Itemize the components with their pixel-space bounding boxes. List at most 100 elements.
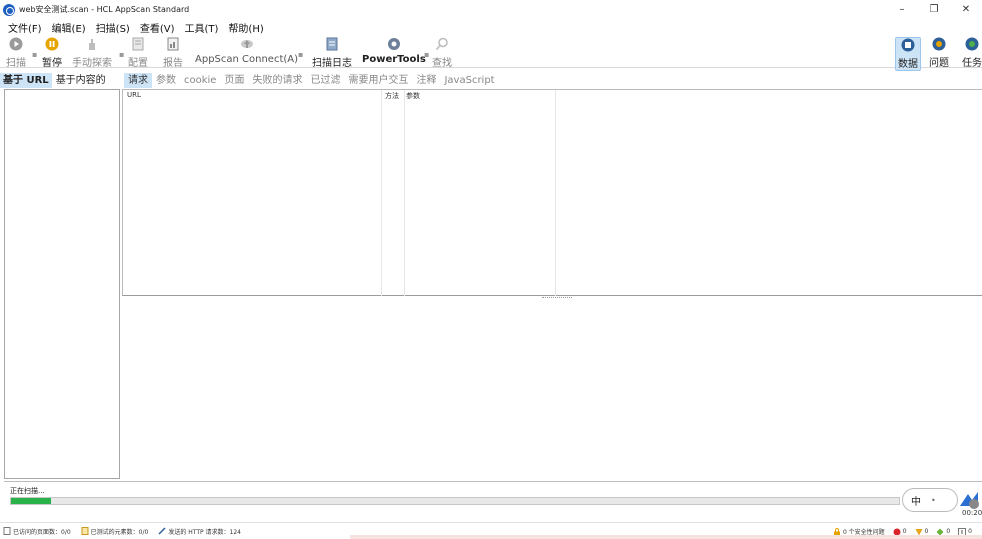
- tab-filtered[interactable]: 已过滤: [306, 73, 344, 88]
- issues-view-button[interactable]: 问题: [929, 37, 949, 69]
- tasks-view-label: 任务: [962, 58, 982, 69]
- title-bar: web安全测试.scan - HCL AppScan Standard – ❐ …: [0, 0, 982, 19]
- request-icon: [158, 527, 166, 535]
- low-severity-value: 0: [946, 528, 951, 535]
- tab-content-based[interactable]: 基于内容的: [53, 73, 109, 88]
- config-label: 配置: [128, 58, 148, 69]
- visited-pages-text: 已访问的页面数：0/0: [13, 528, 71, 536]
- config-icon: [132, 37, 144, 51]
- column-divider: [555, 90, 556, 296]
- ime-toolbar[interactable]: 中 •: [902, 488, 958, 512]
- connect-dropdown-icon[interactable]: ▪: [298, 50, 303, 59]
- ime-punct-icon[interactable]: •: [931, 496, 936, 505]
- play-icon: [9, 37, 23, 51]
- medium-severity-value: 0: [924, 528, 929, 535]
- powertools-button[interactable]: PowerTools: [362, 37, 426, 65]
- page-icon: [3, 527, 11, 535]
- tab-comments[interactable]: 注释: [412, 73, 440, 88]
- info-severity-value: 0: [968, 528, 972, 535]
- manual-explore-button[interactable]: 手动探索: [72, 37, 112, 69]
- scan-log-label: 扫描日志: [312, 58, 352, 69]
- scan-log-button[interactable]: 扫描日志: [312, 37, 352, 69]
- pause-button[interactable]: 暂停: [42, 37, 62, 69]
- manual-explore-label: 手动探索: [72, 58, 112, 69]
- appscan-connect-button[interactable]: AppScan Connect(A): [195, 37, 298, 65]
- issues-view-icon: [932, 37, 946, 51]
- menu-file[interactable]: 文件(F): [8, 20, 42, 35]
- pause-icon: [45, 37, 59, 51]
- ime-mode-label[interactable]: 中: [911, 493, 921, 508]
- data-view-button[interactable]: 数据: [895, 37, 921, 71]
- http-requests-text: 发送的 HTTP 请求数：124: [168, 528, 241, 536]
- tab-url-based[interactable]: 基于 URL: [0, 73, 52, 88]
- scan-button[interactable]: 扫描: [6, 37, 26, 69]
- column-header-params[interactable]: 参数: [406, 91, 420, 101]
- requests-table[interactable]: URL 方法 参数: [122, 89, 982, 296]
- report-label: 报告: [163, 58, 183, 69]
- explore-dropdown-icon[interactable]: ▪: [119, 50, 124, 59]
- application-tree[interactable]: [4, 89, 120, 479]
- scan-progress-bar: [10, 497, 900, 505]
- powertools-label: PowerTools: [362, 54, 426, 65]
- high-severity-value: 0: [902, 528, 907, 535]
- search-icon: [435, 37, 448, 50]
- window-title: web安全测试.scan - HCL AppScan Standard: [19, 5, 190, 14]
- tested-elements-status: 已测试的元素数：0/0: [81, 527, 149, 536]
- tab-cookies[interactable]: cookie: [180, 73, 220, 88]
- pause-label: 暂停: [42, 58, 62, 69]
- http-requests-status: 发送的 HTTP 请求数：124: [158, 527, 241, 536]
- report-button[interactable]: 报告: [163, 37, 183, 69]
- appscan-window: web安全测试.scan - HCL AppScan Standard – ❐ …: [0, 0, 982, 539]
- menu-tools[interactable]: 工具(T): [185, 20, 219, 35]
- tested-elements-text: 已测试的元素数：0/0: [90, 528, 149, 536]
- tasks-view-button[interactable]: 任务: [962, 37, 982, 69]
- menu-help[interactable]: 帮助(H): [228, 20, 263, 35]
- cloud-upload-icon: [240, 40, 253, 48]
- report-icon: [167, 37, 179, 51]
- tab-parameters[interactable]: 参数: [152, 73, 180, 88]
- tab-pages[interactable]: 页面: [220, 73, 248, 88]
- column-divider: [404, 90, 405, 296]
- scan-progress-panel: 正在扫描... 中 • 00:20: [4, 481, 982, 519]
- splitter-handle[interactable]: [542, 297, 572, 299]
- column-divider: [381, 90, 382, 296]
- minimize-button[interactable]: –: [886, 0, 918, 19]
- tasks-view-icon: [965, 37, 979, 51]
- maximize-button[interactable]: ❐: [918, 0, 950, 19]
- scan-timer: 00:20: [962, 509, 982, 517]
- appscan-logo-icon: [3, 3, 15, 16]
- data-view-label: 数据: [898, 59, 918, 70]
- menu-view[interactable]: 查看(V): [140, 20, 175, 35]
- column-header-url[interactable]: URL: [127, 91, 141, 99]
- powertools-dropdown-icon[interactable]: ▪: [424, 50, 429, 59]
- toolbar: 扫描 ▪ 暂停 手动探索 ▪ 配置 报告 AppScan Connect(A) …: [0, 35, 982, 71]
- menu-bar: 文件(F) 编辑(E) 扫描(S) 查看(V) 工具(T) 帮助(H): [0, 19, 982, 35]
- hand-icon: [89, 39, 95, 50]
- menu-edit[interactable]: 编辑(E): [52, 20, 86, 35]
- appscan-connect-label: AppScan Connect(A): [195, 54, 299, 65]
- issues-view-label: 问题: [929, 58, 949, 69]
- taskbar-edge: [350, 535, 982, 539]
- gear-icon: [387, 38, 400, 50]
- close-button[interactable]: ✕: [950, 0, 982, 19]
- config-button[interactable]: 配置: [128, 37, 148, 69]
- data-view-icon: [901, 38, 915, 52]
- scan-label: 扫描: [6, 58, 26, 69]
- tab-requests[interactable]: 请求: [124, 73, 152, 88]
- scan-dropdown-icon[interactable]: ▪: [32, 50, 37, 59]
- tab-user-interaction[interactable]: 需要用户交互: [344, 73, 412, 88]
- find-label: 查找: [432, 58, 452, 69]
- menu-scan[interactable]: 扫描(S): [96, 20, 130, 35]
- window-controls: – ❐ ✕: [886, 0, 982, 19]
- column-header-method[interactable]: 方法: [385, 91, 399, 101]
- test-icon: [81, 527, 89, 535]
- tab-failed-requests[interactable]: 失败的请求: [248, 73, 306, 88]
- scan-log-icon: [326, 37, 338, 51]
- data-tabs: 请求 参数 cookie 页面 失败的请求 已过滤 需要用户交互 注释 Java…: [124, 73, 982, 88]
- scan-progress-fill: [11, 498, 51, 504]
- scan-status-text: 正在扫描...: [10, 487, 45, 495]
- find-button[interactable]: 查找: [432, 37, 452, 69]
- visited-pages-status: 已访问的页面数：0/0: [3, 527, 71, 536]
- left-view-tabs: 基于 URL 基于内容的: [0, 73, 120, 88]
- tab-javascript[interactable]: JavaScript: [440, 73, 498, 88]
